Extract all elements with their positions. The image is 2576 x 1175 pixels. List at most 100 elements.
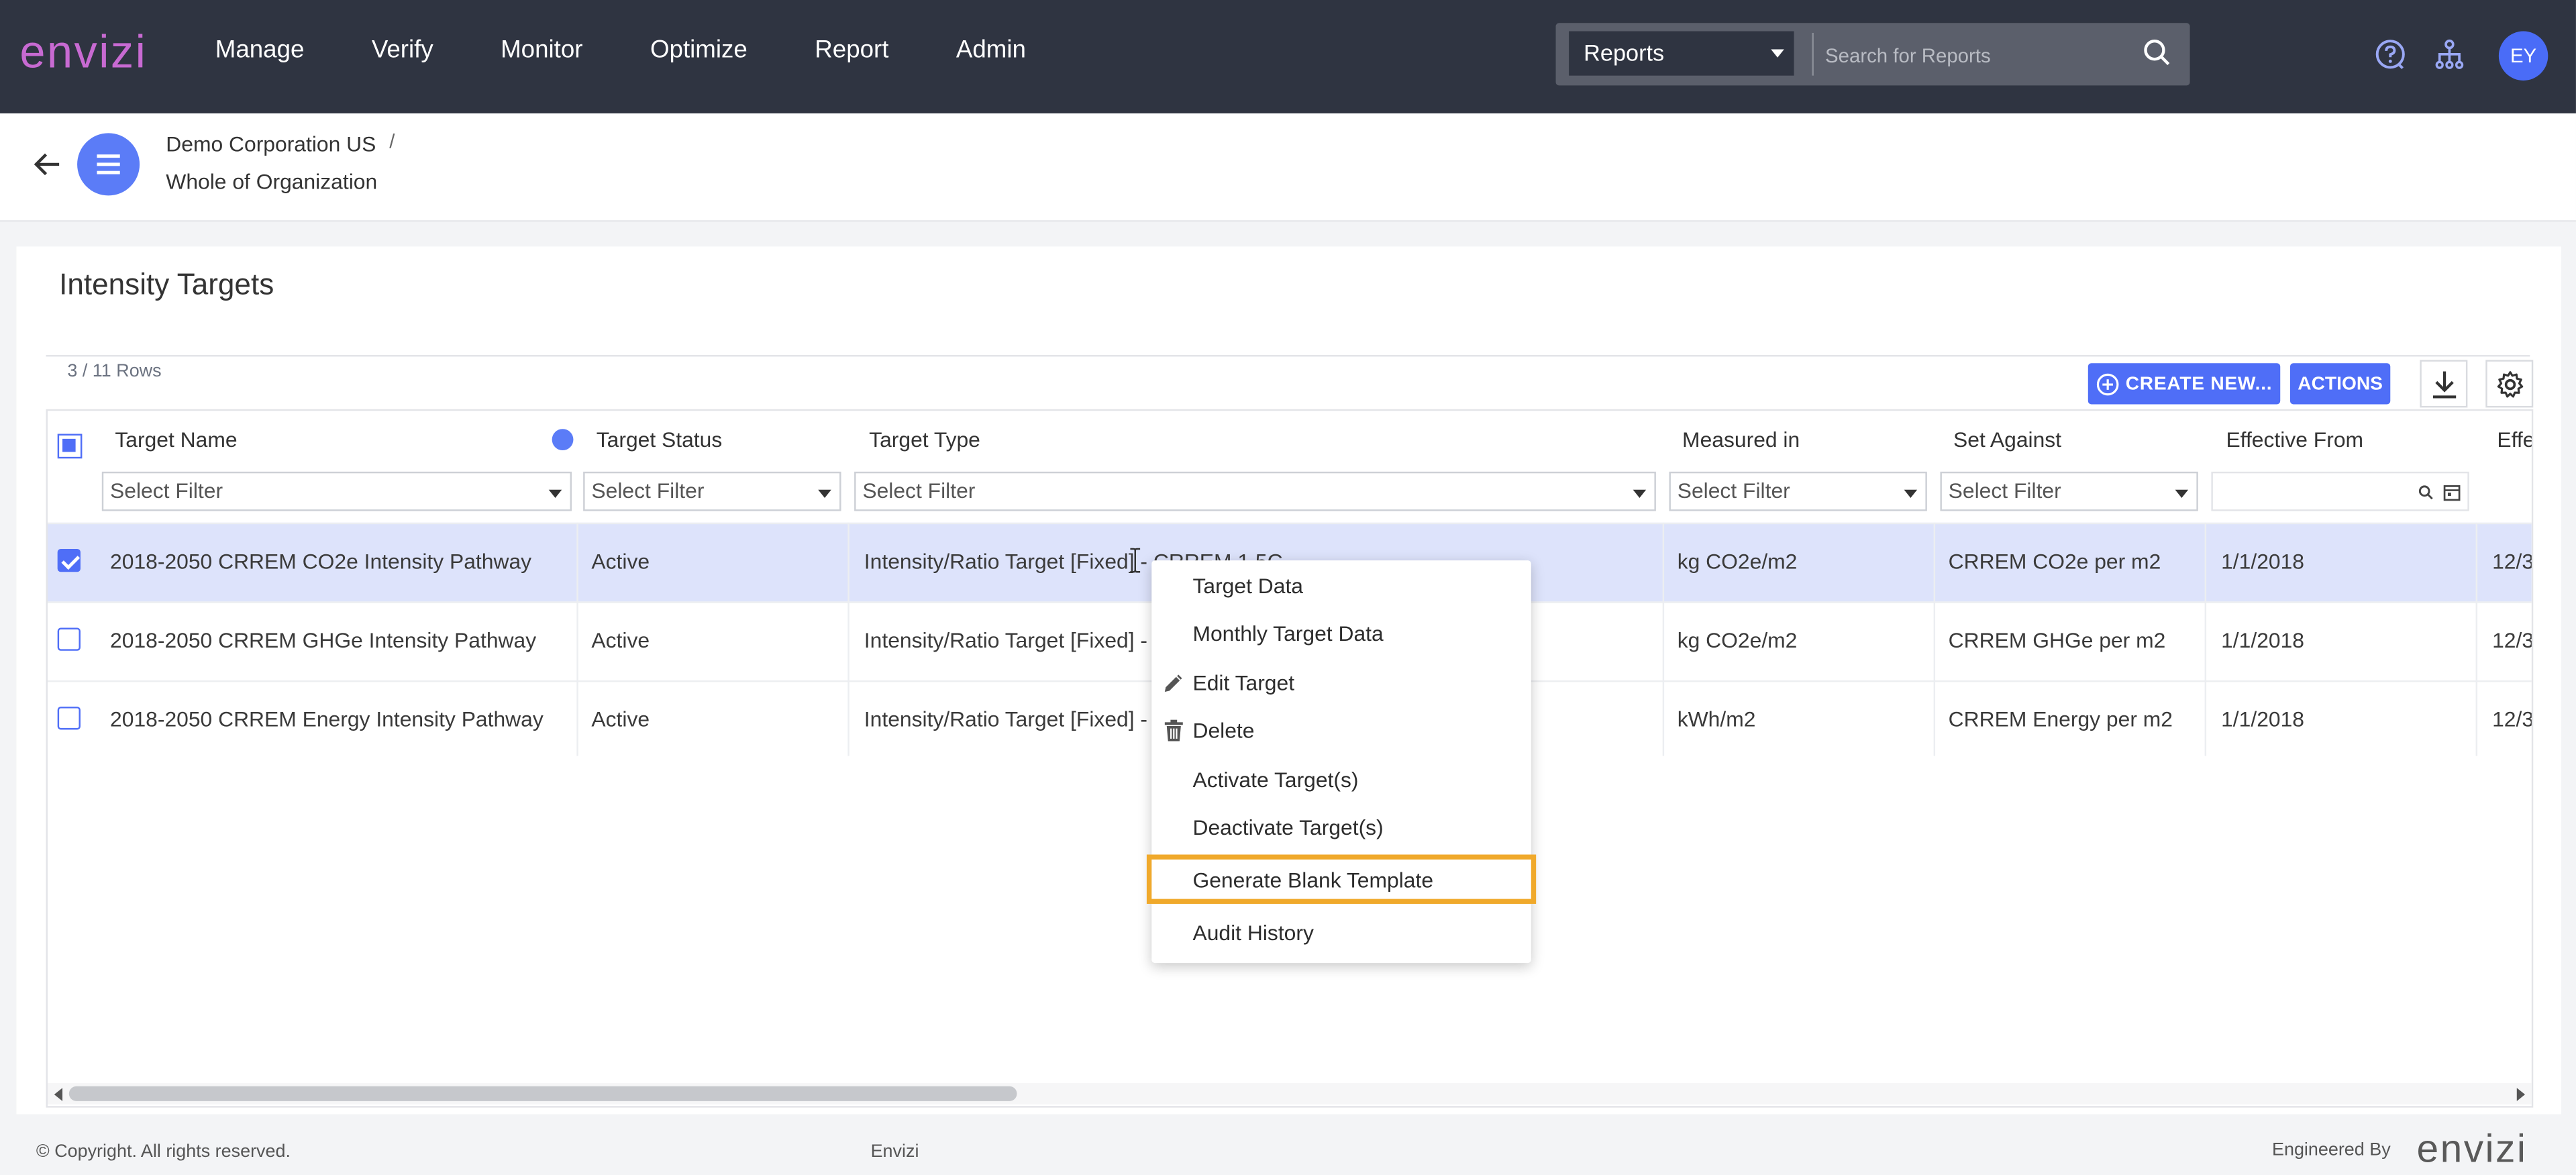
menu-item-monthly-target-data[interactable]: Monthly Target Data — [1192, 621, 1383, 646]
search-divider — [1812, 32, 1814, 76]
menu-item-audit-history[interactable]: Audit History — [1192, 920, 1313, 945]
column-target-type[interactable]: Target Type — [869, 427, 980, 452]
hierarchy-icon[interactable] — [2431, 36, 2467, 72]
cell-measured-in: kg CO2e/m2 — [1677, 627, 1798, 653]
nav-verify[interactable]: Verify — [372, 36, 433, 64]
gear-icon — [2496, 370, 2522, 397]
back-arrow-icon[interactable] — [33, 150, 62, 179]
grid-header: Target Name Target Status Target Type Me… — [48, 411, 2532, 523]
menu-item-delete[interactable]: Delete — [1192, 718, 1254, 743]
column-divider — [2204, 522, 2207, 756]
menu-line — [97, 170, 120, 174]
hamburger-menu-button[interactable] — [77, 133, 140, 196]
create-new-label: CREATE NEW... — [2125, 374, 2273, 394]
column-divider — [576, 522, 578, 756]
cell-target-name: 2018-2050 CRREM Energy Intensity Pathway — [110, 707, 544, 731]
nav-manage[interactable]: Manage — [215, 36, 305, 64]
breadcrumb-org[interactable]: Demo Corporation US — [166, 132, 376, 156]
cell-set-against: CRREM CO2e per m2 — [1948, 548, 2161, 574]
filter-measured-in[interactable]: Select Filter — [1669, 471, 1927, 511]
filter-label: Select Filter — [1948, 478, 2061, 503]
text-cursor-icon — [1130, 548, 1141, 573]
menu-item-activate-targets[interactable]: Activate Target(s) — [1192, 768, 1358, 793]
horizontal-scrollbar[interactable] — [48, 1082, 2532, 1105]
engineered-by-text: Engineered By — [2271, 1140, 2391, 1160]
filter-target-type[interactable]: Select Filter — [854, 471, 1656, 511]
download-button[interactable] — [2420, 360, 2468, 408]
top-bar: envizi Manage Verify Monitor Optimize Re… — [0, 0, 2576, 113]
chevron-down-icon — [1771, 49, 1784, 58]
search-icon — [2418, 485, 2433, 500]
chevron-down-icon — [818, 489, 831, 499]
filter-label: Select Filter — [862, 478, 976, 503]
nav-optimize[interactable]: Optimize — [650, 36, 748, 64]
cell-target-type: Intensity/Ratio Target [Fixed] - — [864, 627, 1148, 653]
scroll-left-icon[interactable] — [54, 1088, 63, 1101]
cell-target-name: 2018-2050 CRREM GHGe Intensity Pathway — [110, 627, 537, 653]
cell-effective-from: 1/1/2018 — [2221, 548, 2305, 574]
avatar[interactable]: EY — [2498, 31, 2548, 81]
filter-set-against[interactable]: Select Filter — [1940, 471, 2198, 511]
search-input[interactable] — [1822, 32, 2141, 79]
scrollbar-thumb[interactable] — [68, 1086, 1017, 1101]
search-icon[interactable] — [2143, 38, 2172, 67]
column-divider — [2475, 522, 2478, 756]
row-checkbox[interactable] — [57, 707, 81, 730]
cell-target-status: Active — [591, 627, 650, 653]
cell-set-against: CRREM Energy per m2 — [1948, 707, 2173, 731]
trash-icon — [1164, 719, 1183, 742]
cell-target-status: Active — [591, 707, 650, 731]
filter-label: Select Filter — [591, 478, 705, 503]
column-divider — [847, 522, 849, 756]
search-scope-select[interactable]: Reports — [1569, 31, 1794, 76]
status-dot-icon — [552, 429, 574, 451]
pencil-icon — [1164, 674, 1182, 693]
menu-item-generate-blank-template[interactable]: Generate Blank Template — [1192, 868, 1433, 892]
scroll-right-icon[interactable] — [2516, 1088, 2526, 1101]
column-divider — [1933, 522, 1936, 756]
download-icon — [2432, 370, 2455, 398]
divider — [46, 354, 2530, 357]
nav-monitor[interactable]: Monitor — [501, 36, 582, 64]
cell-effective-to: 12/3 — [2492, 627, 2534, 653]
column-effective-to[interactable]: Effe — [2497, 427, 2531, 452]
filter-effective-from[interactable] — [2211, 471, 2469, 511]
nav-admin[interactable]: Admin — [956, 36, 1026, 64]
actions-button[interactable]: ACTIONS — [2289, 363, 2391, 405]
select-all-checkbox[interactable] — [57, 433, 83, 459]
help-icon[interactable] — [2372, 36, 2408, 72]
footer-logo: envizi — [2416, 1127, 2528, 1172]
column-target-status[interactable]: Target Status — [597, 427, 723, 452]
cell-target-status: Active — [591, 548, 650, 574]
chevron-down-icon — [1633, 489, 1647, 499]
cell-target-type: Intensity/Ratio Target [Fixed] - — [864, 707, 1148, 731]
cell-effective-from: 1/1/2018 — [2221, 707, 2305, 731]
breadcrumb-location[interactable]: Whole of Organization — [166, 169, 377, 194]
nav-report[interactable]: Report — [815, 36, 888, 64]
column-divider — [1662, 522, 1665, 756]
cell-effective-from: 1/1/2018 — [2221, 627, 2305, 653]
breadcrumb-separator: / — [389, 130, 395, 153]
filter-label: Select Filter — [1677, 478, 1790, 503]
menu-item-deactivate-targets[interactable]: Deactivate Target(s) — [1192, 815, 1383, 840]
column-set-against[interactable]: Set Against — [1953, 427, 2061, 452]
row-checkbox[interactable] — [57, 627, 81, 651]
envizi-logo[interactable]: envizi — [19, 26, 147, 79]
row-checkbox[interactable] — [57, 548, 81, 572]
row-count: 3 / 11 Rows — [67, 361, 162, 382]
column-measured-in[interactable]: Measured in — [1682, 427, 1800, 452]
filter-target-status[interactable]: Select Filter — [583, 471, 841, 511]
calendar-icon[interactable] — [2443, 483, 2461, 501]
create-new-button[interactable]: CREATE NEW... — [2088, 363, 2281, 405]
column-target-name[interactable]: Target Name — [115, 427, 237, 452]
column-effective-from[interactable]: Effective From — [2226, 427, 2363, 452]
cell-measured-in: kg CO2e/m2 — [1677, 548, 1798, 574]
settings-button[interactable] — [2485, 360, 2534, 408]
filter-target-name[interactable]: Select Filter — [101, 471, 572, 511]
menu-item-edit-target[interactable]: Edit Target — [1192, 670, 1294, 695]
cell-effective-to: 12/3 — [2492, 548, 2534, 574]
menu-item-target-data[interactable]: Target Data — [1192, 574, 1303, 599]
filter-label: Select Filter — [110, 478, 223, 503]
cell-effective-to: 12/3 — [2492, 707, 2534, 731]
cell-set-against: CRREM GHGe per m2 — [1948, 627, 2166, 653]
